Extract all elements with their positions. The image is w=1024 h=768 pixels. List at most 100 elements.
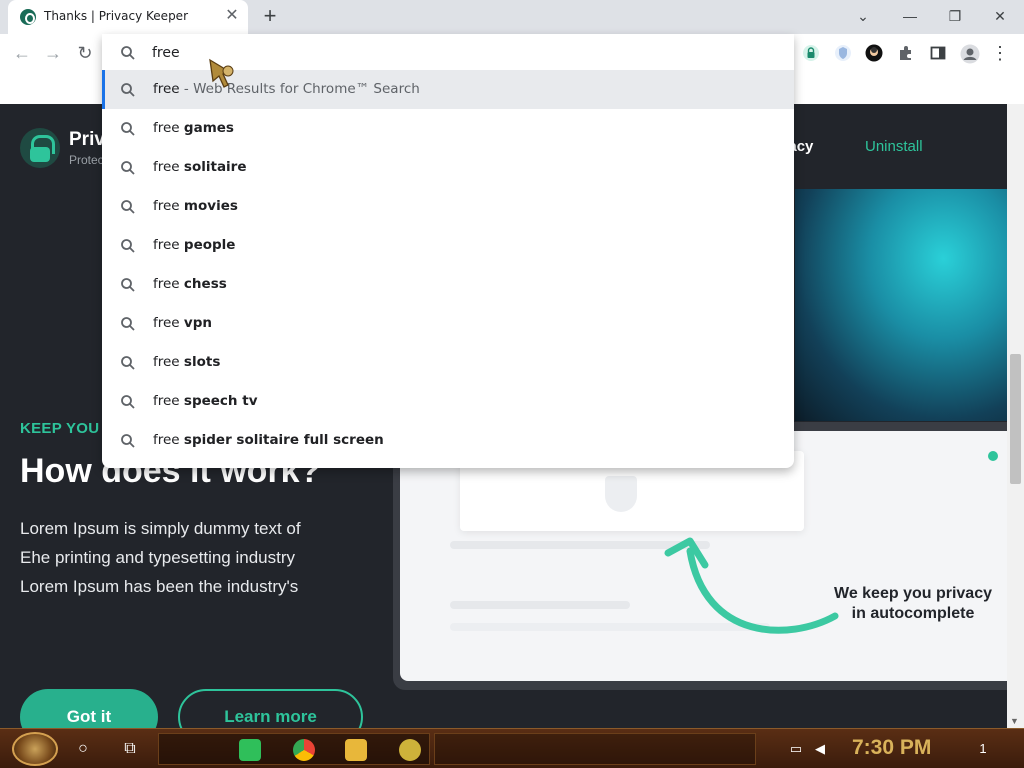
privacy-keeper-small-icon	[988, 451, 998, 461]
search-icon	[121, 278, 135, 292]
search-icon	[121, 356, 135, 370]
suggestion-item[interactable]: free spider solitaire full screen	[102, 421, 794, 460]
curved-arrow-icon	[664, 537, 839, 634]
mouse-pointer-icon	[209, 58, 234, 88]
brand-name: Priv	[69, 129, 105, 150]
suggestion-item[interactable]: free slots	[102, 343, 794, 382]
shield-icon	[605, 476, 637, 512]
restore-button[interactable]: ❐	[943, 4, 967, 28]
suggestion-completion: movies	[183, 198, 238, 214]
omnibox-dropdown: free - Web Results for Chrome™ Search fr…	[102, 34, 794, 468]
suggestion-prefix: free	[153, 159, 184, 175]
suggestion-item[interactable]: free - Web Results for Chrome™ Search	[102, 70, 794, 109]
notes-app-icon[interactable]	[239, 739, 261, 761]
new-tab-button[interactable]: +	[258, 4, 282, 28]
suggestion-text: free solitaire	[153, 159, 247, 175]
extensions-puzzle-icon[interactable]	[897, 44, 915, 62]
minimize-button[interactable]: —	[898, 4, 922, 28]
learn-more-button[interactable]: Learn more	[178, 689, 363, 728]
suggestion-text: free - Web Results for Chrome™ Search	[153, 81, 420, 97]
body-line: Ehe printing and typesetting industry	[20, 548, 296, 567]
tab-privacy-keeper[interactable]: Thanks | Privacy Keeper ✕	[8, 0, 248, 34]
tab-search-chevron-icon[interactable]: ⌄	[851, 4, 875, 28]
search-icon	[121, 161, 135, 175]
got-it-button[interactable]: Got it	[20, 689, 158, 728]
start-button[interactable]	[12, 732, 58, 766]
search-icon	[121, 317, 135, 331]
nav-uninstall-link[interactable]: Uninstall	[865, 138, 923, 155]
suggestion-prefix: free	[153, 81, 180, 97]
hero-illustration: We keep you privacy in autocomplete	[400, 431, 1007, 681]
suggestion-item[interactable]: free movies	[102, 187, 794, 226]
chrome-icon[interactable]	[293, 739, 315, 761]
suggestion-item[interactable]: free vpn	[102, 304, 794, 343]
page-scrollbar[interactable]: ▼	[1007, 104, 1024, 728]
side-panel-icon[interactable]	[929, 44, 947, 62]
forward-button[interactable]: →	[40, 40, 66, 66]
suggestion-text: free movies	[153, 198, 238, 214]
scroll-down-arrow-icon[interactable]: ▼	[1010, 716, 1019, 726]
network-icon[interactable]: ▭	[788, 741, 804, 757]
suggestion-prefix: free	[153, 276, 184, 292]
suggestion-completion: vpn	[183, 315, 212, 331]
suggestion-completion: solitaire	[183, 159, 247, 175]
suggestion-item[interactable]: free solitaire	[102, 148, 794, 187]
suggestion-completion: games	[183, 120, 234, 136]
task-view-icon[interactable]: ⧉	[116, 735, 144, 763]
suggestion-prefix: free	[153, 237, 184, 253]
privacy-keeper-favicon-icon	[20, 9, 36, 25]
taskbar: ○ ⧉ ▭ ◀ 7:30 PM 1	[0, 728, 1024, 768]
search-icon	[121, 239, 135, 253]
extension-shield-icon[interactable]	[834, 44, 852, 62]
search-icon	[121, 395, 135, 409]
suggestion-text: free games	[153, 120, 234, 136]
suggestion-item[interactable]: free chess	[102, 265, 794, 304]
suggestion-completion: chess	[183, 276, 227, 292]
notification-icon[interactable]: 1	[973, 741, 993, 757]
brand-subtitle: Protec	[69, 153, 104, 167]
search-icon	[121, 434, 135, 448]
suggestion-text: free vpn	[153, 315, 212, 331]
suggestion-text: free people	[153, 237, 235, 253]
file-explorer-icon[interactable]	[345, 739, 367, 761]
search-icon	[121, 83, 135, 97]
address-bar[interactable]	[102, 34, 794, 72]
tab-strip: Thanks | Privacy Keeper ✕ + ⌄ — ❐ ✕	[0, 0, 1024, 34]
privacy-keeper-extension-icon[interactable]	[802, 44, 820, 62]
volume-muted-icon[interactable]: ◀	[812, 741, 828, 757]
privacy-keeper-logo-icon	[20, 128, 60, 168]
search-icon	[121, 122, 135, 136]
close-window-button[interactable]: ✕	[988, 4, 1012, 28]
suggestion-text: free spider solitaire full screen	[153, 432, 384, 448]
suggestion-completion: people	[183, 237, 236, 253]
suggestion-item[interactable]: free people	[102, 226, 794, 265]
back-button[interactable]: ←	[9, 40, 35, 66]
browser-menu-icon[interactable]: ⋮	[990, 40, 1010, 66]
body-text: Lorem Ipsum is simply dummy text of Ehe …	[20, 514, 301, 601]
hero-caption: We keep you privacy in autocomplete	[818, 584, 1007, 624]
address-input[interactable]	[152, 43, 752, 63]
scrollbar-thumb[interactable]	[1010, 354, 1021, 484]
reload-button[interactable]: ↻	[72, 40, 98, 66]
suggestion-prefix: free	[153, 315, 184, 331]
search-icon	[121, 200, 135, 214]
privacy-app-icon[interactable]	[399, 739, 421, 761]
section-kicker: KEEP YOU	[20, 420, 100, 437]
suggestion-text: free speech tv	[153, 393, 258, 409]
suggestion-item[interactable]: free games	[102, 109, 794, 148]
profile-extension-icon[interactable]	[865, 44, 883, 62]
suggestion-item[interactable]: free speech tv	[102, 382, 794, 421]
tab-close-icon[interactable]: ✕	[222, 6, 242, 26]
suggestion-completion: spider solitaire full screen	[183, 432, 384, 448]
taskbar-tray-area	[434, 733, 756, 765]
search-circle-icon[interactable]: ○	[69, 735, 97, 763]
profile-avatar-icon[interactable]	[960, 44, 980, 64]
tab-title: Thanks | Privacy Keeper	[44, 9, 188, 23]
hero-gradient-image	[795, 189, 1007, 421]
clock[interactable]: 7:30 PM	[852, 736, 931, 760]
suggestion-completion: slots	[183, 354, 221, 370]
search-icon	[121, 46, 135, 60]
body-line: Lorem Ipsum is simply dummy text of	[20, 519, 301, 538]
body-line: Lorem Ipsum has been the industry's	[20, 577, 299, 596]
hero-caption-line: in autocomplete	[851, 605, 975, 622]
